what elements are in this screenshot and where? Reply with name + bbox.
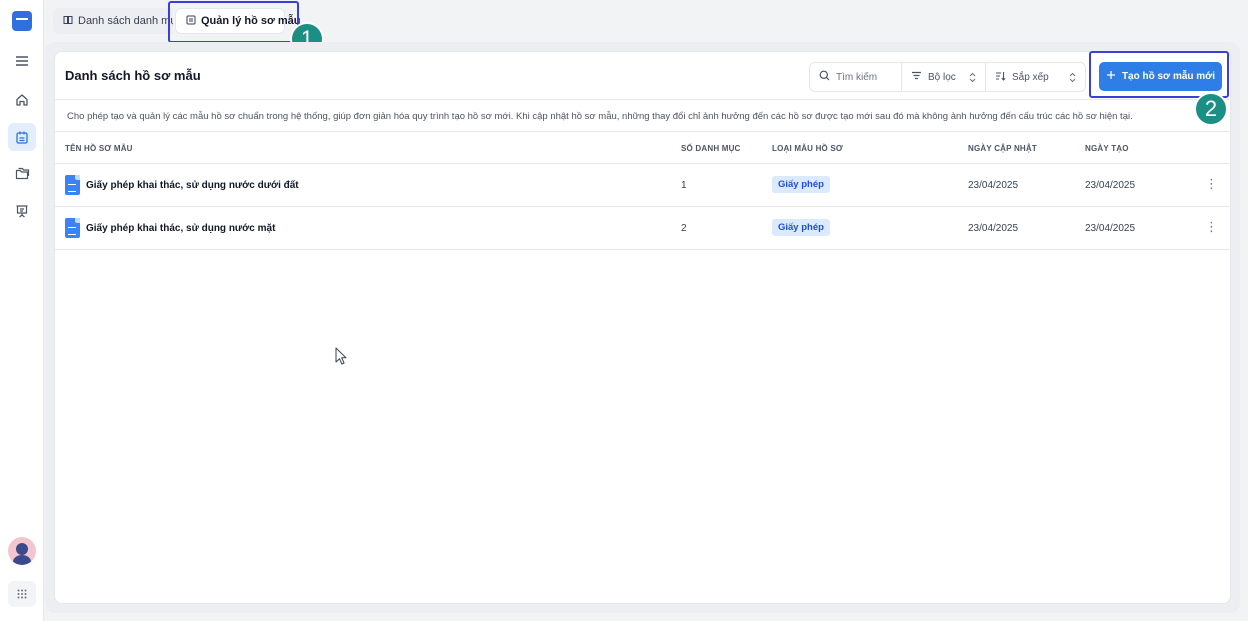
document-icon <box>65 218 80 238</box>
home-icon[interactable] <box>8 86 36 114</box>
created-date: 23/04/2025 <box>1085 180 1136 191</box>
more-vertical-icon[interactable]: ⋮ <box>1205 177 1218 190</box>
page-title: Danh sách hồ sơ mẫu <box>65 68 201 83</box>
template-type-badge: Giấy phép <box>772 176 830 193</box>
more-vertical-icon[interactable]: ⋮ <box>1205 220 1218 233</box>
category-count: 1 <box>681 180 687 191</box>
table-row[interactable]: Giấy phép khai thác, sử dụng nước dưới đ… <box>55 164 1230 207</box>
calendar-icon[interactable] <box>8 123 36 151</box>
created-date: 23/04/2025 <box>1085 223 1136 234</box>
template-name-text: Giấy phép khai thác, sử dụng nước dưới đ… <box>86 179 299 191</box>
catalog-icon <box>63 15 73 28</box>
sort-button[interactable]: Sắp xếp <box>986 63 1085 91</box>
table-header: TÊN HỒ SƠ MẪU SỐ DANH MỤC LOẠI MẪU HỒ SƠ… <box>55 131 1230 164</box>
menu-icon[interactable] <box>8 47 36 75</box>
search-placeholder: Tìm kiếm <box>836 71 878 83</box>
column-header-updated: NGÀY CẬP NHẬT <box>968 144 1037 153</box>
app-logo[interactable] <box>12 11 32 31</box>
mouse-cursor-icon <box>335 347 347 365</box>
updated-date: 23/04/2025 <box>968 223 1019 234</box>
template-type-badge: Giấy phép <box>772 219 830 236</box>
search-input[interactable]: Tìm kiếm <box>810 63 902 91</box>
tab-danh-sach-danh-muc[interactable]: Danh sách danh mục <box>53 8 173 34</box>
filter-label: Bộ lọc <box>928 71 956 83</box>
filter-button[interactable]: Bộ lọc <box>902 63 986 91</box>
tab-label: Danh sách danh mục <box>78 15 173 27</box>
updated-date: 23/04/2025 <box>968 180 1019 191</box>
table-row[interactable]: Giấy phép khai thác, sử dụng nước mặt 2 … <box>55 207 1230 250</box>
chevron-updown-icon <box>969 72 976 83</box>
template-name[interactable]: Giấy phép khai thác, sử dụng nước mặt <box>65 218 275 238</box>
column-header-type: LOẠI MẪU HỒ SƠ <box>772 144 843 153</box>
filter-icon <box>911 71 922 83</box>
card-header: Danh sách hồ sơ mẫu Tìm kiếm Bộ lọc Sắp … <box>55 52 1230 100</box>
left-rail <box>0 0 44 621</box>
sort-label: Sắp xếp <box>1012 71 1049 83</box>
presentation-icon[interactable] <box>8 197 36 225</box>
chevron-updown-icon <box>1069 72 1076 83</box>
sort-icon <box>995 71 1006 84</box>
template-name[interactable]: Giấy phép khai thác, sử dụng nước dưới đ… <box>65 175 299 195</box>
category-count: 2 <box>681 223 687 234</box>
avatar[interactable] <box>8 537 36 565</box>
apps-grid-icon[interactable] <box>8 581 36 607</box>
document-icon <box>65 175 80 195</box>
highlight-box-create <box>1089 51 1229 98</box>
page-description: Cho phép tạo và quản lý các mẫu hồ sơ ch… <box>67 111 1133 122</box>
search-icon <box>819 70 830 84</box>
column-header-created: NGÀY TẠO <box>1085 144 1129 153</box>
toolbar: Tìm kiếm Bộ lọc Sắp xếp <box>809 62 1086 92</box>
templates-card: Danh sách hồ sơ mẫu Tìm kiếm Bộ lọc Sắp … <box>54 51 1231 604</box>
highlight-box-tab <box>168 1 299 43</box>
column-header-count: SỐ DANH MỤC <box>681 144 741 153</box>
column-header-name: TÊN HỒ SƠ MẪU <box>65 144 133 153</box>
step-badge-2: 2 <box>1194 92 1228 126</box>
template-name-text: Giấy phép khai thác, sử dụng nước mặt <box>86 222 276 234</box>
folders-icon[interactable] <box>8 159 36 187</box>
